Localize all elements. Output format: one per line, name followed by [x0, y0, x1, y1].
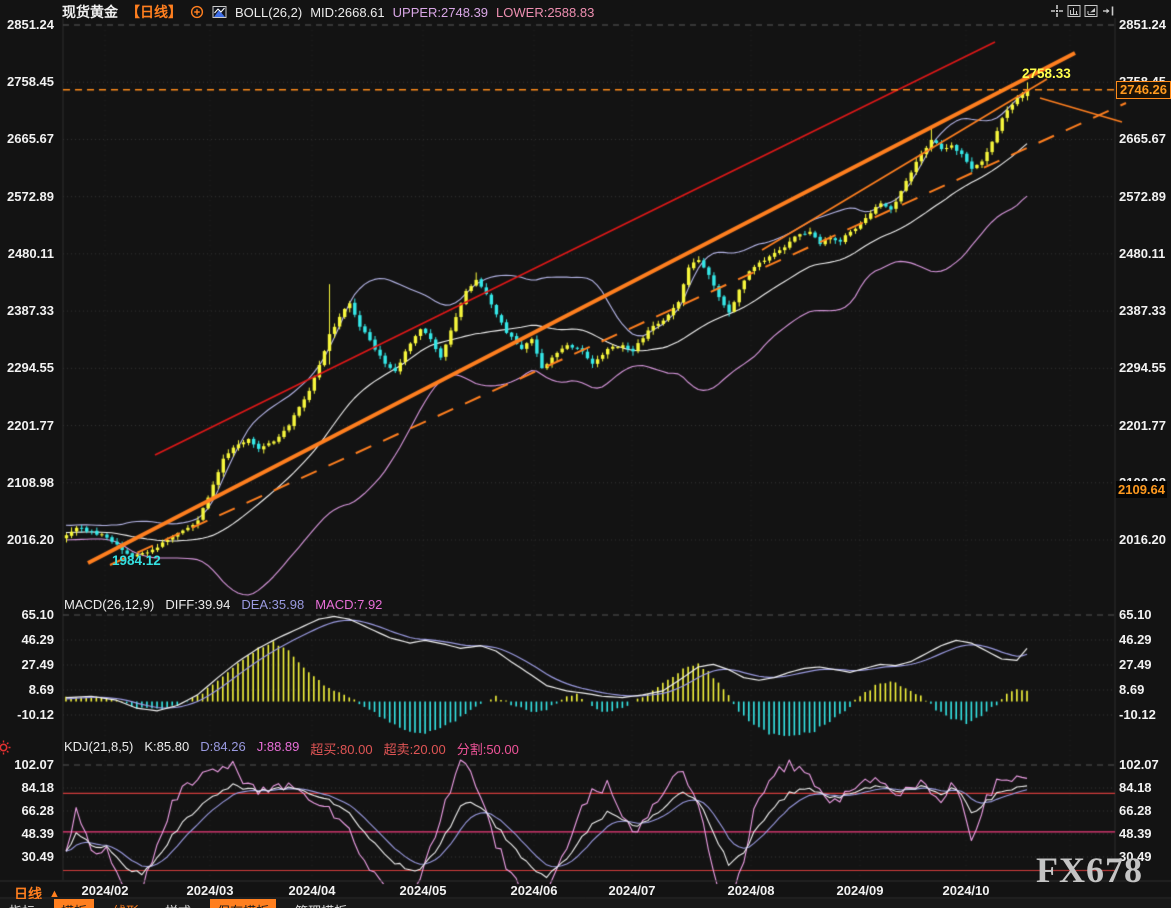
alert-sun-icon — [0, 740, 11, 755]
last-price-box: 2746.26 — [1116, 81, 1171, 99]
macd-diff-value: DIFF:39.94 — [165, 597, 230, 612]
time-axis-label: 2024/07 — [609, 883, 656, 898]
boll-upper-value: UPPER:2748.39 — [393, 5, 488, 20]
time-axis-label: 2024/08 — [728, 883, 775, 898]
high-price-marker: 2758.33 — [1022, 66, 1071, 81]
reference-price-badge: 2109.64 — [1116, 481, 1167, 498]
bottom-tab-模板[interactable]: 模板 — [54, 899, 94, 908]
kdj-overbought-value: 超买:80.00 — [310, 739, 372, 758]
kdj-header[interactable]: KDJ(21,8,5) K:85.80 D:84.26 J:88.89 超买:8… — [64, 739, 519, 758]
chart-type-icon[interactable] — [212, 5, 227, 19]
tick-label: 102.07 — [14, 757, 54, 773]
bottom-tab-指标[interactable]: 指标 — [2, 899, 42, 908]
chart-header: 现货黄金 【日线】 BOLL(26,2) MID:2668.61 UPPER:2… — [62, 3, 594, 21]
tick-label: 48.39 — [21, 826, 54, 842]
kdj-label: KDJ(21,8,5) — [64, 739, 133, 758]
time-axis: 2024/02 2024/03 2024/04 2024/05 2024/06 2024/… — [0, 882, 1171, 899]
chart-toolbar — [1050, 4, 1115, 18]
boll-label[interactable]: BOLL(26,2) — [235, 5, 302, 20]
time-axis-label: 2024/03 — [187, 883, 234, 898]
tick-label: 84.18 — [21, 780, 54, 796]
time-axis-label: 2024/06 — [511, 883, 558, 898]
tick-label: 66.28 — [1119, 803, 1152, 819]
time-axis-label: 2024/05 — [400, 883, 447, 898]
chart-canvas[interactable] — [0, 0, 1171, 908]
tick-label: 102.07 — [1119, 757, 1159, 773]
bottom-tab-线形[interactable]: 线形 — [106, 899, 146, 908]
bottom-tab-bar: 指标 模板 线形 样式 保存模板 管理模板 — [0, 899, 1171, 908]
kdj-axis-left: 102.07 84.18 66.28 48.39 30.49 — [0, 0, 58, 908]
macd-dea-value: DEA:35.98 — [241, 597, 304, 612]
kdj-j-value: J:88.89 — [257, 739, 300, 758]
tick-label: 84.18 — [1119, 780, 1152, 796]
bottom-tab-样式[interactable]: 样式 — [158, 899, 198, 908]
symbol-title: 现货黄金 — [62, 2, 118, 22]
kdj-oversold-value: 超卖:20.00 — [384, 739, 446, 758]
kdj-k-value: K:85.80 — [144, 739, 189, 758]
kdj-axis-right: 102.0784.1866.2848.3930.49 — [1117, 0, 1171, 908]
time-axis-label: 2024/02 — [82, 883, 129, 898]
tick-label: 66.28 — [21, 803, 54, 819]
macd-header[interactable]: MACD(26,12,9) DIFF:39.94 DEA:35.98 MACD:… — [64, 597, 382, 612]
add-indicator-icon[interactable] — [190, 5, 204, 19]
tick-label: 30.49 — [21, 849, 54, 865]
watermark: FX678 — [1036, 849, 1143, 891]
bottom-tab-保存模板[interactable]: 保存模板 — [210, 899, 276, 908]
time-axis-label: 2024/04 — [289, 883, 336, 898]
indicator-window-icon[interactable] — [1067, 4, 1081, 18]
macd-label: MACD(26,12,9) — [64, 597, 154, 612]
kdj-d-value: D:84.26 — [200, 739, 246, 758]
trading-chart-window: 现货黄金 【日线】 BOLL(26,2) MID:2668.61 UPPER:2… — [0, 0, 1171, 908]
time-axis-label: 2024/09 — [837, 883, 884, 898]
boll-lower-value: LOWER:2588.83 — [496, 5, 594, 20]
chart-play-icon[interactable] — [1084, 4, 1098, 18]
collapse-panel-icon[interactable] — [1101, 4, 1115, 18]
time-axis-label: 2024/10 — [943, 883, 990, 898]
low-price-marker: 1984.12 — [112, 553, 161, 568]
tick-label: 48.39 — [1119, 826, 1152, 842]
boll-mid-value: MID:2668.61 — [310, 5, 384, 20]
kdj-divide-value: 分割:50.00 — [457, 739, 519, 758]
timeframe-label[interactable]: 【日线】 — [126, 2, 182, 22]
crosshair-tool-icon[interactable] — [1050, 4, 1064, 18]
bottom-tab-管理模板[interactable]: 管理模板 — [288, 899, 354, 908]
macd-macd-value: MACD:7.92 — [315, 597, 382, 612]
